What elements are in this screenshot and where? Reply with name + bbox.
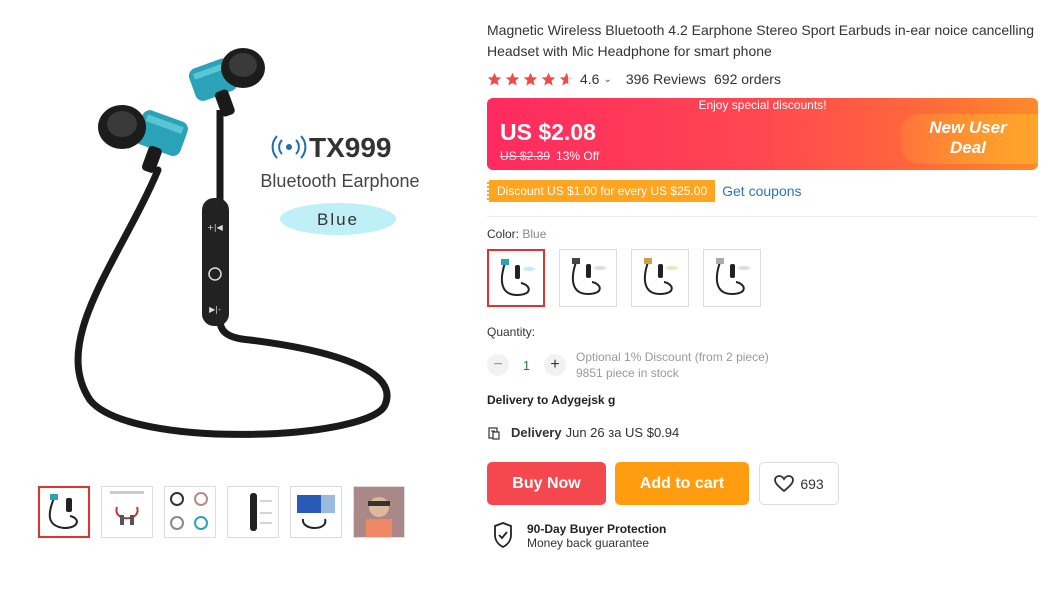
thumbnail-5[interactable]: [290, 486, 342, 538]
buyer-protection[interactable]: 90-Day Buyer Protection Money back guara…: [487, 521, 1043, 551]
star-icon: [541, 72, 556, 85]
product-gallery: +|◀ ▶|- TX999 Bluetooth Earphone Blue: [0, 0, 470, 607]
delivery-label: Delivery: [511, 425, 562, 440]
star-rating: [487, 72, 574, 87]
svg-text:Bluetooth Earphone: Bluetooth Earphone: [260, 171, 419, 191]
delivery-row: Delivery Jun 26 за US $0.94: [487, 425, 1043, 440]
quantity-decrease-button[interactable]: −: [487, 354, 509, 376]
quantity-increase-button[interactable]: +: [544, 354, 566, 376]
thumbnail-4[interactable]: [227, 486, 279, 538]
thumbnail-2[interactable]: [101, 486, 153, 538]
color-label: Color: Blue: [487, 227, 1043, 241]
thumbnail-1[interactable]: [38, 486, 90, 538]
coupon-badge: Discount US $1.00 for every US $25.00: [487, 180, 716, 202]
protection-title: 90-Day Buyer Protection: [527, 522, 667, 536]
current-price: US $2.08: [500, 119, 596, 145]
color-label-text: Color:: [487, 227, 520, 241]
star-icon: [523, 72, 538, 85]
color-swatch-black[interactable]: [559, 249, 617, 307]
discount-banner-text: Enjoy special discounts!: [698, 98, 827, 112]
new-user-deal-badge[interactable]: New User Deal: [900, 114, 1038, 164]
star-icon: [505, 72, 520, 85]
svg-text:+|◀: +|◀: [207, 223, 223, 232]
shield-check-icon: [494, 522, 512, 549]
wishlist-count: 693: [800, 475, 824, 492]
bulk-discount-note: Optional 1% Discount (from 2 piece): [576, 350, 769, 364]
discount-percent: 13% Off: [556, 149, 600, 163]
svg-text:TX999: TX999: [309, 132, 392, 163]
quantity-note: Optional 1% Discount (from 2 piece) 9851…: [576, 349, 769, 381]
product-info: Magnetic Wireless Bluetooth 4.2 Earphone…: [487, 20, 1043, 551]
product-title: Magnetic Wireless Bluetooth 4.2 Earphone…: [487, 22, 1035, 59]
rating-row: 4.6 ⌄ 396 Reviews 692 orders: [487, 68, 1043, 90]
quantity-label: Quantity:: [487, 325, 536, 339]
price-banner: Enjoy special discounts! US $2.08 US $2.…: [487, 98, 1038, 170]
brand-signal-icon: [271, 135, 307, 159]
quantity-value[interactable]: 1: [509, 358, 544, 373]
thumbnail-strip: [38, 486, 405, 538]
wishlist-button[interactable]: 693: [759, 462, 839, 505]
color-selected: Blue: [522, 227, 547, 241]
delivery-destination[interactable]: Delivery to Adygejsk g: [487, 393, 1043, 407]
original-price: US $2.39: [500, 149, 551, 163]
coupon-row: Discount US $1.00 for every US $25.00 Ge…: [487, 180, 1043, 202]
action-buttons: Buy Now Add to cart 693: [487, 462, 1043, 505]
protection-text: 90-Day Buyer Protection Money back guara…: [527, 522, 666, 550]
orders-count: 692 orders: [714, 71, 781, 87]
svg-text:Blue: Blue: [317, 210, 359, 229]
thumbnail-6[interactable]: [353, 486, 405, 538]
quantity-stepper: − 1 + Optional 1% Discount (from 2 piece…: [487, 349, 1043, 381]
color-swatch-blue[interactable]: [487, 249, 545, 307]
main-product-image[interactable]: +|◀ ▶|- TX999 Bluetooth Earphone Blue: [30, 20, 430, 460]
chevron-down-icon[interactable]: ⌄: [603, 74, 611, 85]
thumbnail-3[interactable]: [164, 486, 216, 538]
delivery-detail: Jun 26 за US $0.94: [565, 425, 680, 440]
new-user-deal-label: New User Deal: [929, 118, 1007, 157]
add-to-cart-button[interactable]: Add to cart: [615, 462, 749, 505]
reviews-link[interactable]: 396 Reviews: [626, 71, 706, 87]
delivery-calendar-icon: [488, 426, 500, 440]
protection-subtitle: Money back guarantee: [527, 536, 650, 550]
divider: [487, 216, 1038, 217]
star-icon: [487, 72, 502, 85]
buy-now-button[interactable]: Buy Now: [487, 462, 606, 505]
color-swatches: [487, 249, 1043, 307]
rating-value[interactable]: 4.6: [580, 71, 599, 87]
color-swatch-gold[interactable]: [631, 249, 689, 307]
get-coupons-link[interactable]: Get coupons: [722, 183, 801, 199]
stock-note: 9851 piece in stock: [576, 366, 679, 380]
color-swatch-silver[interactable]: [703, 249, 761, 307]
svg-text:▶|-: ▶|-: [209, 305, 221, 314]
heart-icon: [774, 474, 795, 492]
half-star-icon: [559, 72, 574, 85]
original-price-row: US $2.39 13% Off: [500, 149, 599, 163]
